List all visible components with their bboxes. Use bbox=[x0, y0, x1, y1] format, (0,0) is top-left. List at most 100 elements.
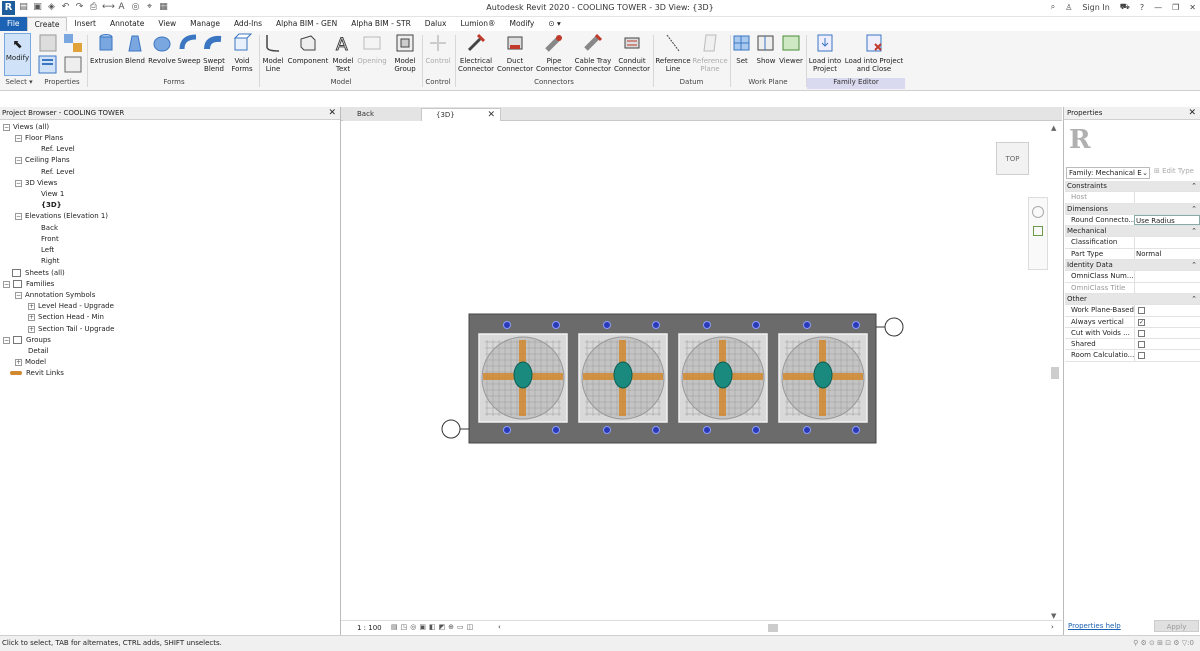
tab-lumion[interactable]: Lumion® bbox=[453, 17, 502, 31]
family-types-button[interactable] bbox=[62, 33, 84, 57]
tree-item-floor-plans[interactable]: − Floor Plans bbox=[15, 133, 63, 143]
collapse-icon[interactable]: − bbox=[15, 291, 22, 299]
category-other[interactable]: Other ⌃ bbox=[1065, 293, 1200, 306]
horizontal-scroll-thumb[interactable] bbox=[768, 624, 778, 632]
family-type-selector[interactable]: Family: Mechanical E ⌄ bbox=[1066, 167, 1150, 179]
search-icon[interactable]: ⌕ bbox=[1051, 2, 1055, 12]
tree-item-model[interactable]: + Model bbox=[15, 357, 46, 367]
modify-button[interactable]: ⬉ Modify bbox=[4, 33, 31, 76]
cart-icon[interactable]: ⛟ bbox=[1120, 2, 1130, 12]
model-line-button[interactable]: Model Line bbox=[261, 33, 285, 73]
collapse-icon[interactable]: − bbox=[3, 123, 10, 131]
tree-item-section-tail[interactable]: + Section Tail - Upgrade bbox=[28, 324, 114, 334]
control-button[interactable]: Control bbox=[424, 33, 452, 65]
prop-value[interactable]: Normal bbox=[1134, 248, 1200, 260]
tab-insert[interactable]: Insert bbox=[67, 17, 103, 31]
tree-item-left[interactable]: Left bbox=[41, 245, 54, 255]
load-into-project-button[interactable]: Load into Project bbox=[808, 33, 842, 73]
tree-item-front[interactable]: Front bbox=[41, 234, 59, 244]
tree-item-level-head[interactable]: + Level Head - Upgrade bbox=[28, 301, 114, 311]
tab-dalux[interactable]: Dalux bbox=[418, 17, 454, 31]
help-icon[interactable]: ? bbox=[1140, 3, 1144, 12]
restore-button[interactable]: ❐ bbox=[1172, 3, 1179, 12]
collapse-icon[interactable]: − bbox=[15, 134, 22, 142]
blend-button[interactable]: Blend bbox=[123, 33, 147, 65]
prop-value-input[interactable]: Use Radius bbox=[1134, 214, 1200, 226]
collapse-icon[interactable]: − bbox=[15, 156, 22, 164]
opening-button[interactable]: Opening bbox=[357, 33, 387, 65]
tree-item-revit-links[interactable]: Revit Links bbox=[10, 368, 64, 378]
tree-item-views-all[interactable]: − Views (all) bbox=[3, 122, 49, 132]
tree-item-ceiling-plans[interactable]: − Ceiling Plans bbox=[15, 155, 70, 165]
tab-alpha-bim-str[interactable]: Alpha BIM - STR bbox=[344, 17, 418, 31]
tree-item-detail[interactable]: Detail bbox=[28, 346, 49, 356]
edit-type-button[interactable]: ⊞ Edit Type bbox=[1154, 167, 1194, 175]
extrusion-button[interactable]: Extrusion bbox=[90, 33, 123, 65]
void-forms-button[interactable]: Void Forms bbox=[229, 33, 255, 73]
view-scale[interactable]: 1 : 100 bbox=[357, 624, 382, 632]
tree-item-floor-ref-level[interactable]: Ref. Level bbox=[41, 144, 75, 154]
drawing-area[interactable]: Back {3D} ✕ TOP ▲ ▼ 1 : 100 ▤◳◎▣◧◩⊕▭◫ ‹ … bbox=[341, 107, 1062, 635]
properties-help-link[interactable]: Properties help bbox=[1068, 622, 1121, 630]
tree-item-3d-views[interactable]: −3D Views bbox=[15, 178, 57, 188]
tree-item-view-1[interactable]: View 1 bbox=[41, 189, 64, 199]
swept-blend-button[interactable]: Swept Blend bbox=[202, 33, 226, 73]
expand-icon[interactable]: + bbox=[15, 358, 22, 366]
component-button[interactable]: Component bbox=[287, 33, 329, 65]
collapse-icon[interactable]: − bbox=[3, 336, 10, 344]
sweep-button[interactable]: Sweep bbox=[177, 33, 201, 65]
close-icon[interactable]: ✕ bbox=[1188, 107, 1196, 120]
sign-in-link[interactable]: Sign In bbox=[1082, 3, 1109, 12]
close-button[interactable]: ✕ bbox=[1189, 3, 1196, 12]
view-controls-icons[interactable]: ▤◳◎▣◧◩⊕▭◫ bbox=[391, 623, 476, 631]
apply-button[interactable]: Apply bbox=[1154, 620, 1199, 632]
cable-tray-connector-button[interactable]: Cable Tray Connector bbox=[574, 33, 612, 73]
collapse-icon[interactable]: − bbox=[15, 179, 22, 187]
tab-create[interactable]: Create bbox=[26, 17, 68, 31]
prop-value[interactable] bbox=[1134, 271, 1200, 282]
cut-with-voids-checkbox[interactable] bbox=[1138, 329, 1145, 337]
tree-item-section-head[interactable]: + Section Head - Min bbox=[28, 312, 104, 322]
tree-item-families[interactable]: − Families bbox=[3, 279, 54, 289]
tab-manage[interactable]: Manage bbox=[183, 17, 227, 31]
revolve-button[interactable]: Revolve bbox=[148, 33, 176, 65]
reference-plane-button[interactable]: Reference Plane bbox=[692, 33, 728, 73]
tab-alpha-bim-gen[interactable]: Alpha BIM - GEN bbox=[269, 17, 344, 31]
close-icon[interactable]: ✕ bbox=[328, 107, 336, 120]
tree-item-back[interactable]: Back bbox=[41, 223, 58, 233]
tree-item-annotation-symbols[interactable]: − Annotation Symbols bbox=[15, 290, 95, 300]
tree-item-elevations[interactable]: − Elevations (Elevation 1) bbox=[15, 211, 108, 221]
model-text-button[interactable]: A Model Text bbox=[330, 33, 356, 74]
duct-connector-button[interactable]: Duct Connector bbox=[497, 33, 533, 73]
select-panel-label[interactable]: Select ▾ bbox=[3, 78, 35, 86]
scroll-left-icon[interactable]: ‹ bbox=[498, 623, 501, 631]
tab-annotate[interactable]: Annotate bbox=[103, 17, 151, 31]
type-properties-button[interactable] bbox=[62, 55, 84, 76]
expand-icon[interactable]: + bbox=[28, 302, 35, 310]
electrical-connector-button[interactable]: Electrical Connector bbox=[457, 33, 495, 73]
minimize-button[interactable]: — bbox=[1154, 3, 1162, 12]
tree-item-right[interactable]: Right bbox=[41, 256, 59, 266]
family-category-button[interactable] bbox=[38, 33, 57, 57]
tree-item-groups[interactable]: − Groups bbox=[3, 335, 51, 345]
tab-view[interactable]: View bbox=[151, 17, 183, 31]
tab-add-ins[interactable]: Add-Ins bbox=[227, 17, 269, 31]
tab-modify[interactable]: Modify bbox=[503, 17, 542, 31]
expand-icon[interactable]: + bbox=[28, 313, 35, 321]
collapse-icon[interactable]: − bbox=[15, 212, 22, 220]
tree-item-3d[interactable]: {3D} bbox=[41, 200, 62, 210]
scroll-right-icon[interactable]: › bbox=[1051, 623, 1054, 631]
user-icon[interactable]: ♙ bbox=[1065, 3, 1072, 12]
properties-toggle-button[interactable] bbox=[38, 55, 57, 76]
category-dimensions[interactable]: Dimensions ⌃ bbox=[1065, 203, 1200, 215]
model-group-button[interactable]: Model Group bbox=[391, 33, 419, 73]
category-mechanical[interactable]: Mechanical ⌃ bbox=[1065, 226, 1200, 238]
tree-item-ceiling-ref-level[interactable]: Ref. Level bbox=[41, 167, 75, 177]
pipe-connector-button[interactable]: Pipe Connector bbox=[535, 33, 573, 73]
category-constraints[interactable]: Constraints ⌃ bbox=[1065, 181, 1200, 193]
show-button[interactable]: Show bbox=[755, 33, 777, 65]
viewer-button[interactable]: Viewer bbox=[779, 33, 803, 65]
status-icons[interactable]: ⚲ ⚙ ⊙ ⊞ ⊡ ⚙ ▽:0 bbox=[1133, 636, 1194, 651]
category-identity-data[interactable]: Identity Data ⌃ bbox=[1065, 260, 1200, 272]
conduit-connector-button[interactable]: Conduit Connector bbox=[613, 33, 651, 73]
